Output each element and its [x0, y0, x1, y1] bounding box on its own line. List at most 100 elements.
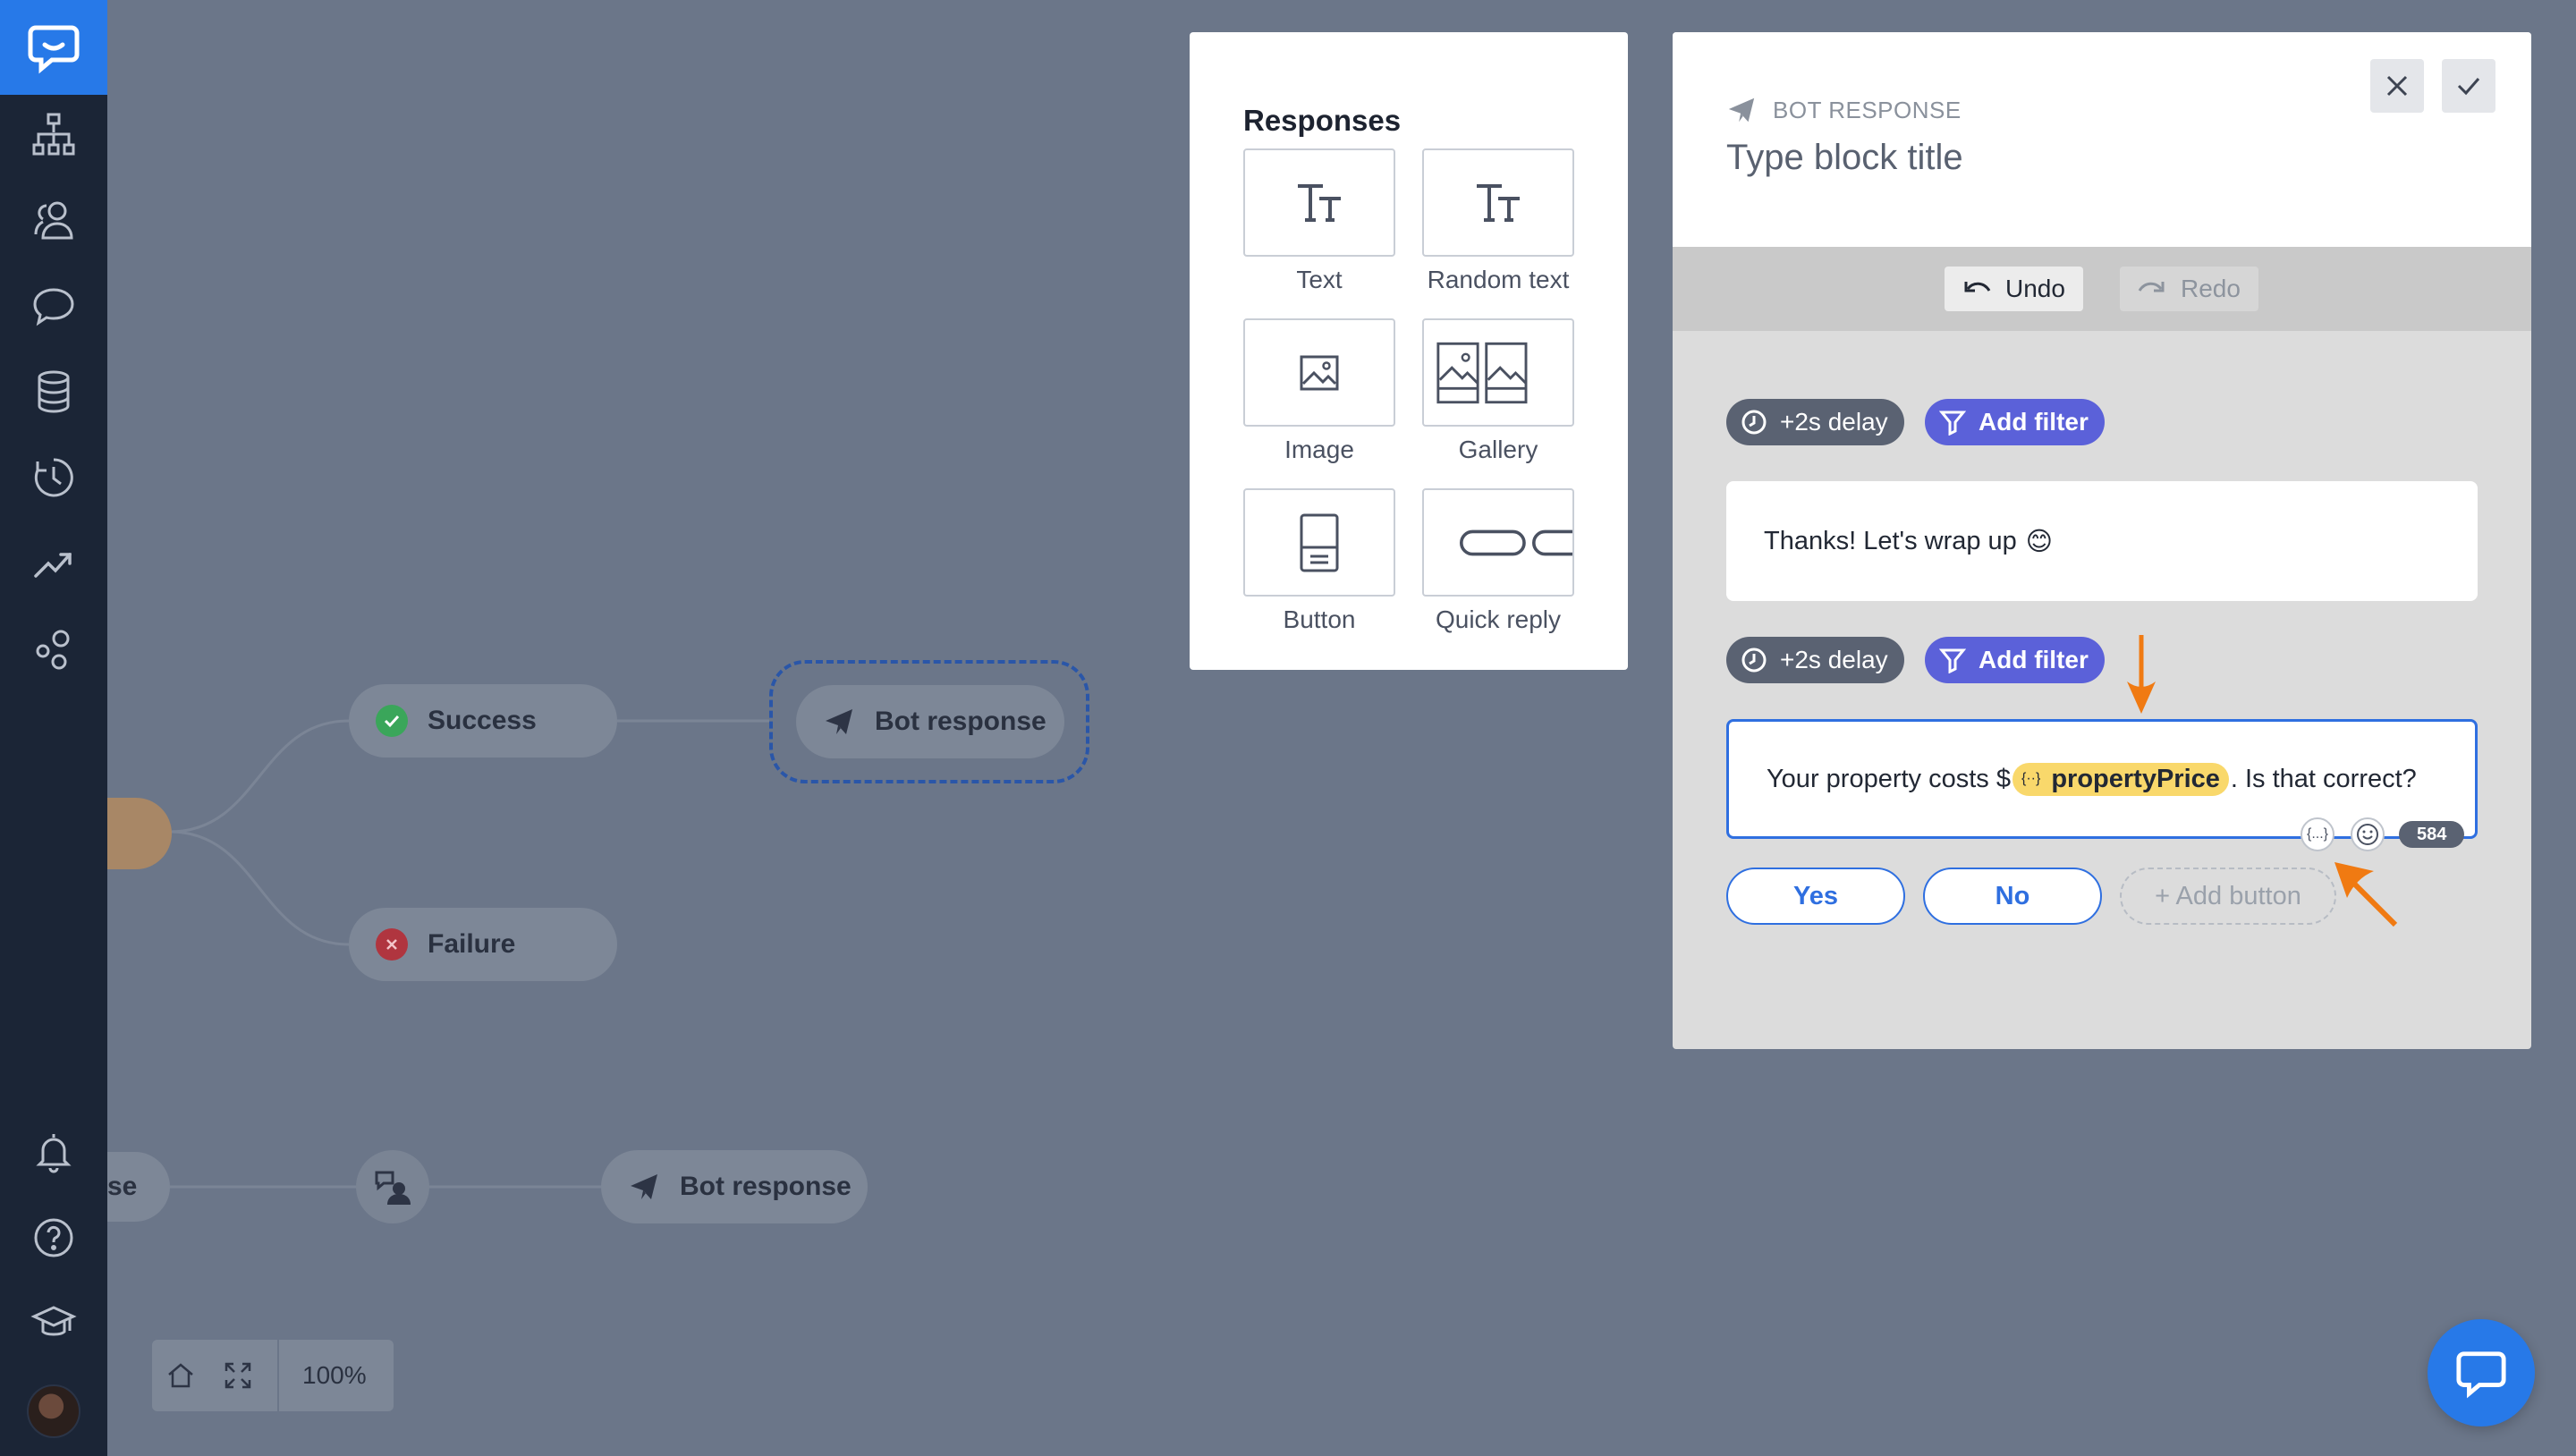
success-label: Success	[428, 706, 537, 735]
response-option-quick-reply[interactable]: Quick reply	[1422, 488, 1574, 634]
delay-pill[interactable]: +2s delay	[1726, 637, 1904, 683]
gallery-icon	[1436, 342, 1528, 403]
quick-button-yes[interactable]: Yes	[1726, 868, 1905, 925]
sidebar-item-notifications[interactable]	[0, 1109, 107, 1195]
filter-icon	[1939, 648, 1966, 673]
smiley-icon	[2357, 824, 2378, 845]
chat-logo-icon	[28, 25, 80, 74]
random-text-icon	[1477, 183, 1520, 222]
trending-icon	[34, 553, 72, 578]
chat-logo-icon	[2456, 1351, 2506, 1399]
response-option-label: Image	[1284, 436, 1354, 463]
smile-emoji: 😊	[2025, 527, 2054, 556]
message-text-field[interactable]: Thanks! Let's wrap up 😊	[1726, 481, 2478, 601]
panel-header: BOT RESPONSE Type block title	[1673, 32, 2531, 247]
variable-chip[interactable]: {··} propertyPrice	[2012, 762, 2229, 796]
quick-reply-icon	[1460, 529, 1572, 555]
add-filter-label: Add filter	[1979, 646, 2089, 673]
panel-kicker: BOT RESPONSE	[1726, 95, 1962, 125]
quick-button-no[interactable]: No	[1923, 868, 2102, 925]
filter-icon	[1939, 411, 1966, 436]
clock-icon	[1741, 410, 1767, 435]
message-text-after: . Is that correct?	[2230, 764, 2417, 793]
sidebar-item-users[interactable]	[0, 177, 107, 263]
zoom-controls: 100%	[152, 1340, 394, 1411]
paper-plane-icon	[826, 709, 852, 734]
database-icon	[38, 370, 70, 413]
block-title-input[interactable]: Type block title	[1726, 138, 1963, 178]
variable-name: propertyPrice	[2051, 764, 2220, 793]
success-node[interactable]: Success	[349, 684, 617, 758]
graduation-cap-icon	[30, 1306, 77, 1336]
response-option-random-text[interactable]: Random text	[1422, 148, 1574, 294]
variable-braces-icon: {··}	[2021, 771, 2041, 786]
history-toolbar: Undo Redo	[1673, 247, 2531, 331]
confirm-button[interactable]	[2442, 59, 2496, 113]
zoom-level: 100%	[302, 1361, 367, 1389]
responses-panel: Responses Text Random text Image Gallery…	[1190, 32, 1628, 670]
response-option-image[interactable]: Image	[1243, 318, 1395, 464]
paper-plane-icon	[631, 1174, 657, 1199]
sidebar-item-data[interactable]	[0, 349, 107, 435]
response-option-button[interactable]: Button	[1243, 488, 1395, 634]
user-avatar[interactable]	[27, 1384, 80, 1438]
failure-node[interactable]: Failure	[349, 908, 617, 981]
sidebar-item-integrations[interactable]	[0, 606, 107, 692]
sidebar-item-reports[interactable]	[0, 521, 107, 606]
failure-label: Failure	[428, 929, 516, 959]
bot-response-node-bottom[interactable]: Bot response	[601, 1150, 868, 1223]
sidebar-item-help[interactable]	[0, 1195, 107, 1281]
transfer-to-agent-node[interactable]	[356, 1150, 429, 1223]
sidebar-item-chats[interactable]	[0, 263, 107, 349]
home-icon[interactable]	[152, 1340, 209, 1411]
add-filter-pill[interactable]: Add filter	[1925, 637, 2105, 683]
history-icon	[34, 458, 73, 497]
add-button[interactable]: + Add button	[2120, 868, 2336, 925]
chat-widget-button[interactable]	[2428, 1319, 2535, 1426]
delay-pill[interactable]: +2s delay	[1726, 399, 1904, 445]
users-icon	[34, 201, 73, 240]
delay-label: +2s delay	[1780, 408, 1888, 436]
responses-title: Responses	[1243, 104, 1402, 137]
sidebar-item-academy[interactable]	[0, 1281, 107, 1367]
undo-button[interactable]: Undo	[1945, 267, 2083, 311]
redo-label: Redo	[2181, 275, 2241, 302]
response-option-label: Button	[1283, 605, 1356, 633]
annotation-arrow-down	[2127, 635, 2156, 714]
sidebar-item-history[interactable]	[0, 435, 107, 521]
structure-icon	[32, 113, 75, 156]
partial-node-label: se	[107, 1172, 138, 1201]
app-logo[interactable]	[0, 0, 107, 95]
variable-icon: {...}	[2306, 826, 2329, 842]
fit-screen-icon[interactable]	[209, 1340, 267, 1411]
insert-variable-button[interactable]: {...}	[2301, 817, 2334, 851]
sidebar	[0, 0, 107, 1456]
message-text-before: Your property costs $	[1767, 764, 2011, 793]
bot-response-label: Bot response	[875, 707, 1046, 736]
help-icon	[34, 1218, 73, 1257]
close-icon	[2386, 75, 2408, 97]
bot-response-node-top[interactable]: Bot response	[796, 685, 1064, 758]
response-option-text[interactable]: Text	[1243, 148, 1395, 294]
response-option-label: Text	[1296, 266, 1343, 293]
add-filter-pill[interactable]: Add filter	[1925, 399, 2105, 445]
redo-button[interactable]: Redo	[2120, 267, 2258, 311]
bot-response-label: Bot response	[680, 1172, 852, 1201]
image-icon	[1300, 355, 1339, 390]
bot-response-panel: BOT RESPONSE Type block title Undo Redo …	[1673, 32, 2531, 1049]
emoji-button[interactable]	[2351, 817, 2385, 851]
clock-icon	[1741, 648, 1767, 673]
agent-icon	[375, 1171, 411, 1205]
character-counter: 584	[2399, 821, 2465, 848]
check-circle-icon	[376, 705, 408, 737]
undo-label: Undo	[2005, 275, 2065, 302]
close-button[interactable]	[2370, 59, 2424, 113]
check-icon	[2457, 78, 2480, 96]
message-text: Thanks! Let's wrap up	[1764, 526, 2017, 555]
response-option-label: Random text	[1427, 266, 1570, 293]
bell-icon	[36, 1134, 72, 1173]
text-icon	[1298, 183, 1341, 222]
response-option-gallery[interactable]: Gallery	[1422, 318, 1574, 464]
sidebar-item-structure[interactable]	[0, 91, 107, 177]
panel-kicker-text: BOT RESPONSE	[1773, 96, 1962, 123]
